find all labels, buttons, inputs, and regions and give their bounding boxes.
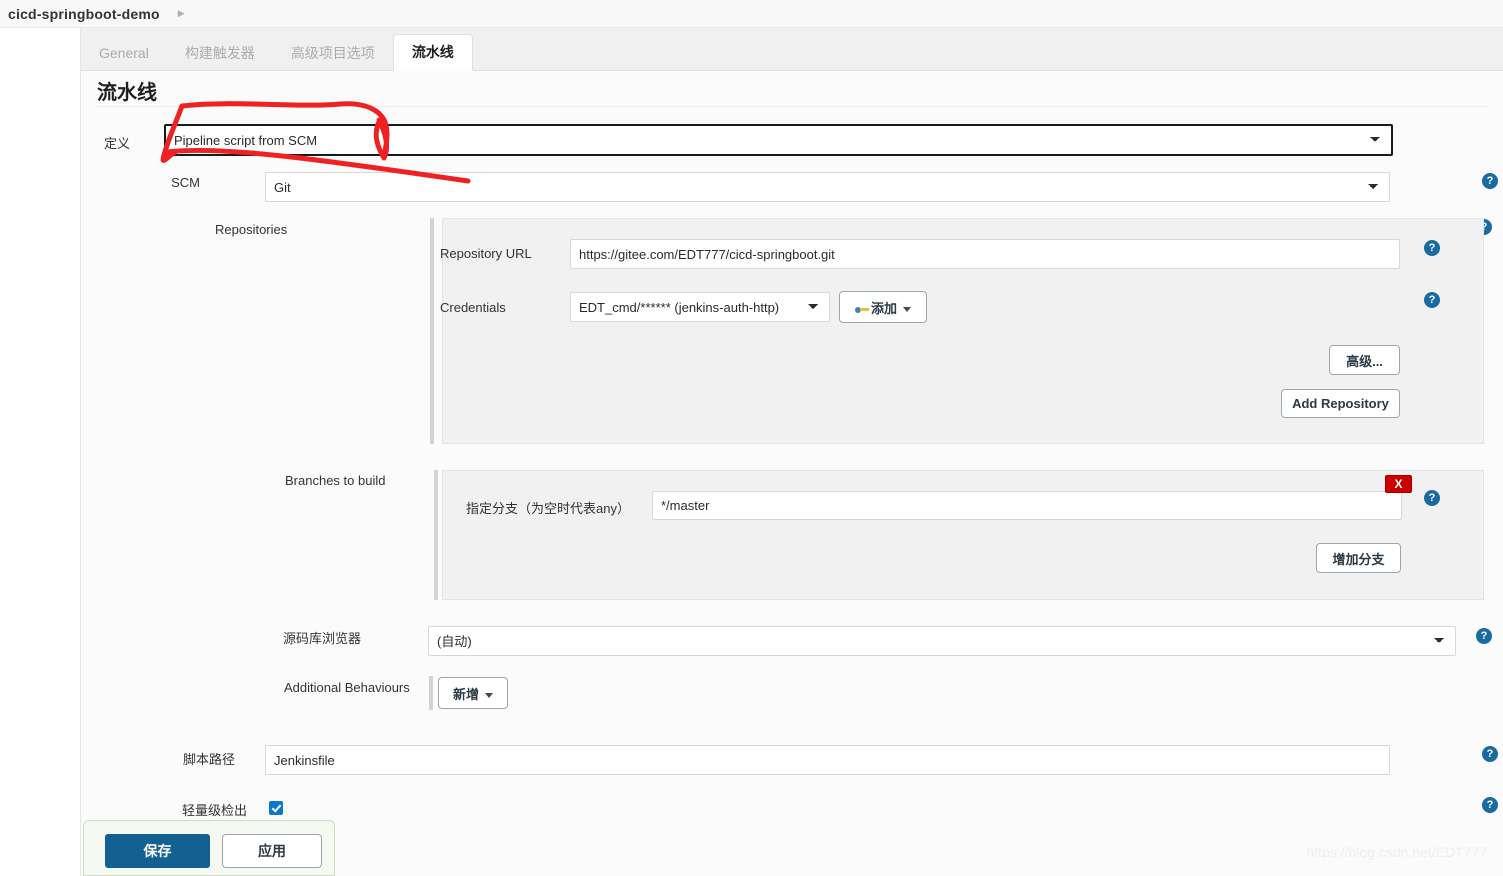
- repositories-repeat-handle[interactable]: [430, 218, 434, 444]
- additional-behaviours-handle[interactable]: [429, 676, 433, 710]
- key-icon: [854, 305, 869, 314]
- page-title: 流水线: [97, 82, 157, 104]
- left-gutter: [0, 28, 81, 876]
- branches-to-build-label: Branches to build: [285, 473, 386, 488]
- branches-repeat-handle[interactable]: [434, 470, 438, 600]
- add-credentials-label: 添加: [870, 300, 897, 316]
- section-divider: [97, 106, 1487, 107]
- tab-build-triggers[interactable]: 构建触发器: [167, 36, 273, 70]
- scm-help-icon[interactable]: ?: [1482, 173, 1498, 189]
- apply-button[interactable]: 应用: [222, 834, 322, 868]
- delete-branch-button[interactable]: X: [1385, 475, 1412, 493]
- chevron-down-icon: [903, 306, 911, 312]
- add-behaviour-button[interactable]: 新增: [438, 677, 508, 709]
- chevron-down-icon: [485, 692, 493, 698]
- branch-specifier-label: 指定分支（为空时代表any）: [466, 501, 630, 516]
- branch-specifier-input[interactable]: [652, 491, 1402, 520]
- repository-browser-label: 源码库浏览器: [283, 631, 362, 646]
- tab-general[interactable]: General: [81, 36, 167, 70]
- config-tab-bar: General 构建触发器 高级项目选项 流水线: [81, 28, 1503, 71]
- add-branch-button[interactable]: 增加分支: [1316, 543, 1401, 573]
- watermark: https://blog.csdn.net/EDT777: [1306, 844, 1487, 860]
- lightweight-checkout-checkbox[interactable]: [269, 801, 283, 815]
- lightweight-checkout-label: 轻量级检出: [182, 803, 248, 818]
- lightweight-checkout-help-icon[interactable]: ?: [1482, 797, 1498, 813]
- script-path-help-icon[interactable]: ?: [1482, 746, 1498, 762]
- breadcrumb: cicd-springboot-demo ▶: [0, 0, 1503, 28]
- repository-browser-select[interactable]: (自动): [428, 626, 1456, 656]
- additional-behaviours-label: Additional Behaviours: [284, 680, 410, 695]
- repository-url-label: Repository URL: [440, 246, 532, 261]
- chevron-right-icon[interactable]: ▶: [178, 8, 185, 19]
- add-repository-button[interactable]: Add Repository: [1281, 389, 1400, 418]
- scm-select[interactable]: Git: [265, 172, 1390, 202]
- credentials-help-icon[interactable]: ?: [1424, 292, 1440, 308]
- branches-panel: [442, 470, 1484, 600]
- definition-select[interactable]: Pipeline script from SCM: [164, 124, 1393, 156]
- form-action-bar: 保存 应用: [83, 820, 335, 876]
- breadcrumb-project-link[interactable]: cicd-springboot-demo: [8, 6, 160, 22]
- branch-specifier-help-icon[interactable]: ?: [1424, 490, 1440, 506]
- credentials-select[interactable]: EDT_cmd/****** (jenkins-auth-http): [570, 292, 830, 322]
- script-path-label: 脚本路径: [183, 752, 236, 767]
- tab-advanced-project-options[interactable]: 高级项目选项: [273, 36, 393, 70]
- repository-url-input[interactable]: [570, 239, 1400, 269]
- script-path-input[interactable]: [265, 745, 1390, 775]
- repository-url-help-icon[interactable]: ?: [1424, 240, 1440, 256]
- tab-pipeline[interactable]: 流水线: [392, 34, 473, 71]
- credentials-label: Credentials: [440, 300, 506, 315]
- add-behaviour-label: 新增: [452, 686, 479, 702]
- advanced-button[interactable]: 高级...: [1329, 345, 1400, 375]
- repository-browser-help-icon[interactable]: ?: [1476, 628, 1492, 644]
- save-button[interactable]: 保存: [105, 834, 210, 868]
- definition-label: 定义: [103, 136, 130, 151]
- add-credentials-button[interactable]: 添加: [839, 291, 927, 323]
- scm-label: SCM: [171, 175, 200, 190]
- repositories-label: Repositories: [215, 222, 288, 237]
